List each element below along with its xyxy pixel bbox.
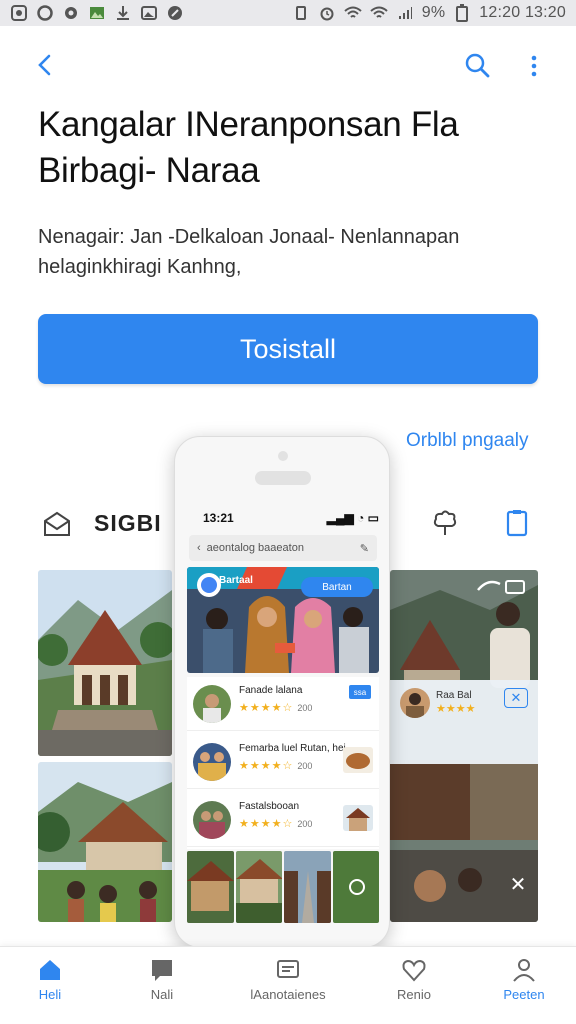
phone-camera <box>278 451 288 461</box>
list-item-thumb <box>193 801 231 839</box>
feature-label: SIGBI <box>94 510 162 536</box>
vibrate-icon <box>292 4 310 22</box>
list-item[interactable]: Fanade lalana ★★★★☆ 200 ssa <box>187 677 379 731</box>
overlay-avatar <box>400 688 430 718</box>
record-icon <box>10 4 28 22</box>
list-item-name: Fanade lalana <box>239 685 303 696</box>
phone-speaker <box>255 471 311 485</box>
heart-icon <box>401 957 427 983</box>
search-button[interactable] <box>462 50 494 82</box>
shield-icon <box>166 4 184 22</box>
gallery-image-temple[interactable] <box>38 570 172 756</box>
phone-search-text: aeontalog baaeaton <box>206 542 304 554</box>
phone-gallery-image[interactable] <box>187 851 234 923</box>
app-title: Kangalar INeranponsan Fla Birbagi- Naraa <box>38 105 459 190</box>
list-item-badge: ssa <box>349 685 371 699</box>
search-icon <box>465 53 490 78</box>
download-icon <box>114 4 132 22</box>
alarm-icon <box>318 4 336 22</box>
phone-search-bar[interactable]: ‹ aeontalog baaeaton ✎ <box>189 535 377 561</box>
list-item[interactable]: Fastalsbooan ★★★★☆ 200 <box>187 793 379 847</box>
list-item-food-image <box>343 747 373 773</box>
list-item-name: Femarba luel Rutan, hei <box>239 743 346 754</box>
list-item-rating: ★★★★☆ 200 <box>239 760 313 772</box>
phone-banner-text: Bartaal <box>219 575 253 586</box>
nav-item-messages[interactable]: Nali <box>112 957 212 1017</box>
status-left <box>10 4 184 22</box>
chevron-left-icon <box>38 54 51 76</box>
list-item-rating: ★★★★☆ 200 <box>239 702 313 714</box>
chat-icon <box>149 957 175 983</box>
mail-icon[interactable] <box>42 509 72 539</box>
top-app-bar <box>0 40 576 96</box>
nav-item-favorites[interactable]: Renio <box>364 957 464 1017</box>
list-item-thumb <box>193 685 231 723</box>
other-apps-link[interactable]: Orblbl pngaaly <box>406 430 529 452</box>
nav-label: Renio <box>397 987 431 1002</box>
more-options-button[interactable] <box>522 50 546 82</box>
app-description: Nenagair: Jan -Delkaloan Jonaal- Nenlann… <box>38 226 460 278</box>
phone-gallery-image[interactable] <box>235 851 282 923</box>
phone-gallery-image[interactable] <box>284 851 331 923</box>
phone-edit-icon: ✎ <box>359 542 369 555</box>
signal-battery-overlay-icon <box>477 580 525 594</box>
install-button[interactable]: Tosistall <box>38 314 538 384</box>
tree-icon[interactable] <box>430 508 460 538</box>
more-vertical-icon <box>531 55 537 77</box>
phone-bottom-gallery <box>187 851 379 923</box>
signal-icon <box>396 4 414 22</box>
phone-gallery-image[interactable] <box>332 851 379 923</box>
battery-percent: 9% <box>421 4 446 21</box>
status-bar: 9% 12:20 13:20 <box>0 0 576 26</box>
photo-icon <box>88 4 106 22</box>
nav-label: Nali <box>150 987 174 1002</box>
image-icon <box>140 4 158 22</box>
back-button[interactable] <box>30 50 62 82</box>
phone-time: 13:21 <box>203 511 234 525</box>
list-item-name: Fastalsbooan <box>239 801 300 812</box>
list-item-rating: ★★★★☆ 200 <box>239 818 313 830</box>
phone-mockup: 13:21 ▂▄▆ ◔ ▭ ‹ aeontalog baaeaton ✎ Bar… <box>174 436 390 948</box>
status-right: 9% 12:20 13:20 <box>292 4 566 22</box>
overlay-rating-stars: ★★★★ <box>436 703 476 715</box>
phone-status-bar: 13:21 ▂▄▆ ◔ ▭ <box>175 507 389 529</box>
clock: 12:20 13:20 <box>479 4 566 21</box>
circle-icon <box>36 4 54 22</box>
wifi-icon <box>344 4 362 22</box>
overlay-card[interactable]: Raa Bal ★★★★ ✕ <box>390 680 538 764</box>
person-icon <box>511 957 537 983</box>
nav-label: Heli <box>38 987 62 1002</box>
phone-banner-button[interactable]: Bartan <box>301 577 373 597</box>
nav-item-notifications[interactable]: lAanotaienes <box>238 957 338 1017</box>
phone-back-icon: ‹ <box>197 542 201 554</box>
battery-icon <box>453 4 471 22</box>
phone-list: Fanade lalana ★★★★☆ 200 ssa Femarba luel … <box>187 677 379 849</box>
close-icon[interactable]: ✕ <box>504 688 528 708</box>
close-overlay-icon[interactable]: ✕ <box>506 872 530 896</box>
bottom-navigation: Heli Nali lAanotaienes Renio Peeten <box>0 946 576 1024</box>
nav-item-home[interactable]: Heli <box>0 957 100 1017</box>
home-icon <box>37 957 63 983</box>
settings-icon <box>62 4 80 22</box>
nav-item-profile[interactable]: Peeten <box>474 957 574 1017</box>
card-icon <box>275 957 301 983</box>
list-item-thumb <box>193 743 231 781</box>
wifi-full-icon <box>370 4 388 22</box>
nav-label: Peeten <box>503 987 545 1002</box>
list-item[interactable]: Femarba luel Rutan, hei ★★★★☆ 200 <box>187 735 379 789</box>
overlay-name: Raa Bal <box>436 690 472 701</box>
nav-label: lAanotaienes <box>250 987 326 1002</box>
clipboard-icon[interactable] <box>502 508 532 538</box>
list-item-house-image <box>343 805 373 831</box>
phone-signal-icon: ▂▄▆ ◔ ▭ <box>326 511 379 525</box>
gallery-image-village[interactable] <box>38 762 172 922</box>
